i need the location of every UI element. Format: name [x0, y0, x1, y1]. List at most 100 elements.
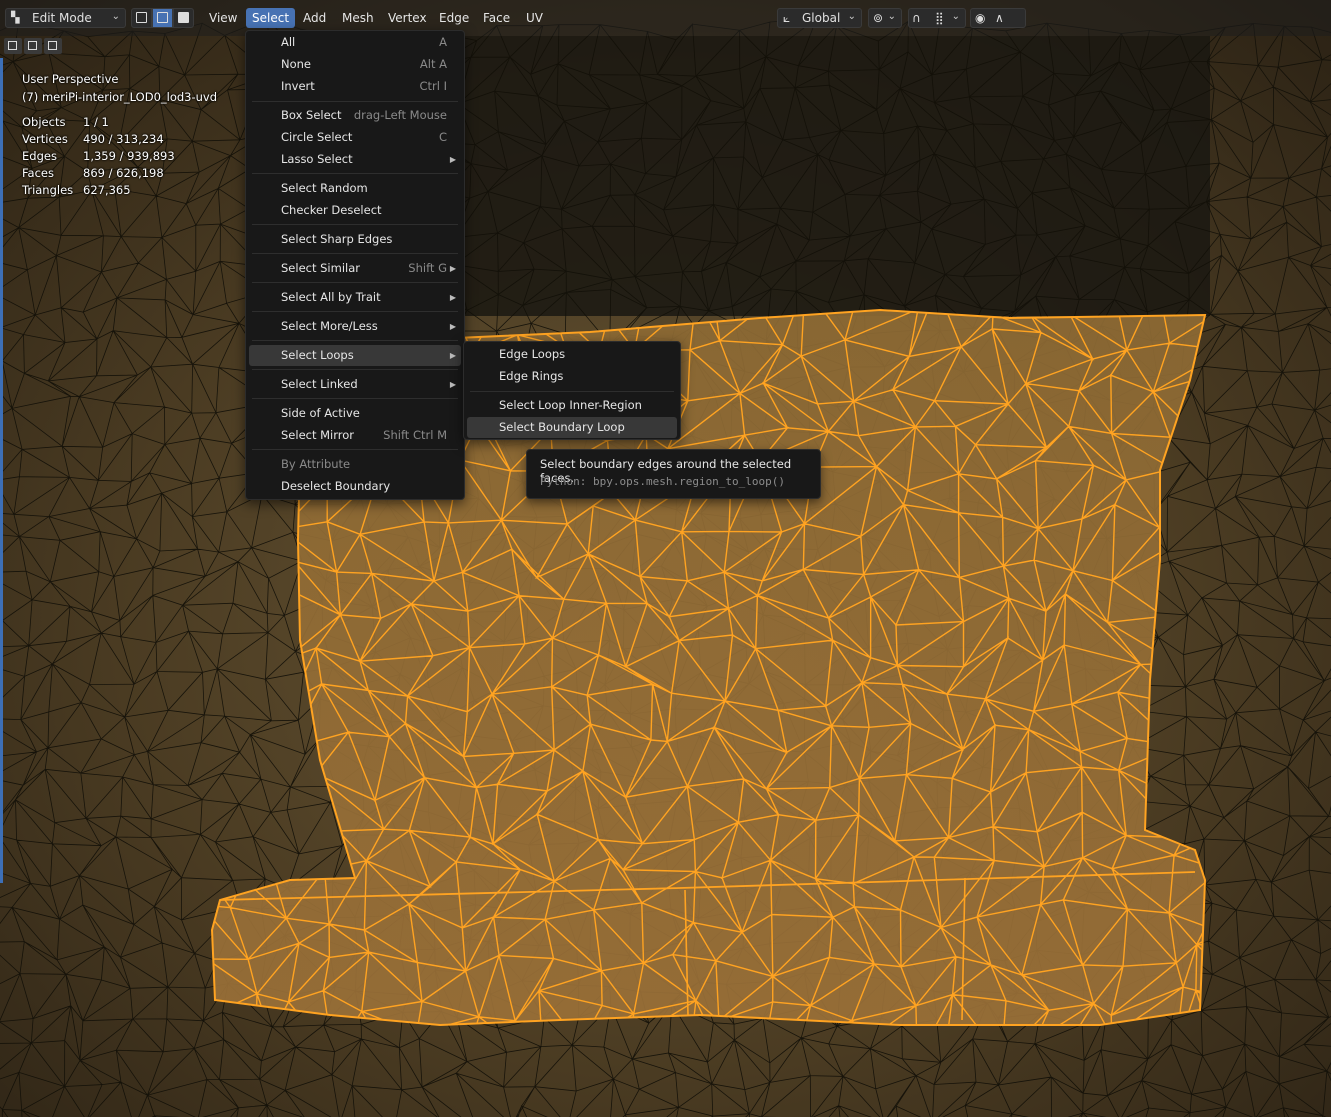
stat-row: Triangles 627,365	[22, 182, 222, 199]
menu-item-deselect-boundary[interactable]: Deselect Boundary	[249, 476, 461, 497]
proportional-editing-icon: ◉	[975, 11, 986, 25]
snapping-group[interactable]: ∩ ⣿ ⌄	[908, 8, 966, 28]
submenu-arrow-icon: ▶	[449, 264, 456, 273]
submenu-item-select-loop-inner-region[interactable]: Select Loop Inner-Region	[467, 395, 677, 416]
menu-item-label: Select Loop Inner-Region	[499, 398, 642, 412]
select-new-icon	[8, 41, 17, 50]
chevron-down-icon: ⌄	[951, 11, 960, 22]
menu-item-label: All	[281, 35, 296, 49]
face-select-icon	[178, 12, 189, 23]
menu-separator	[252, 398, 458, 399]
viewport-header: ▚ Edit Mode ⌄ View Select Add Mesh Verte…	[0, 0, 1331, 36]
menu-item-checker-deselect[interactable]: Checker Deselect	[249, 200, 461, 221]
pivot-point-select[interactable]: ⊚ ⌄	[868, 8, 902, 28]
menu-item-label: Select Sharp Edges	[281, 232, 393, 246]
edit-mode-icon: ▚	[11, 11, 20, 24]
menu-item-all[interactable]: All A	[249, 32, 461, 53]
menu-item-label: Circle Select	[281, 130, 353, 144]
menu-edge[interactable]: Edge	[433, 8, 475, 28]
transform-orientation-select[interactable]: ⟀ Global ⌄	[777, 8, 862, 28]
select-subtract-button[interactable]	[44, 38, 62, 54]
menu-separator	[470, 391, 674, 392]
view-name: User Perspective	[22, 72, 119, 86]
submenu-item-edge-loops[interactable]: Edge Loops	[467, 344, 677, 365]
menu-item-by-attribute: By Attribute	[249, 454, 461, 475]
menu-item-label: Select Random	[281, 181, 368, 195]
menu-item-label: Select All by Trait	[281, 290, 381, 304]
vertex-select-icon	[136, 12, 147, 23]
menu-item-label: Side of Active	[281, 406, 360, 420]
stat-key: Vertices	[22, 132, 68, 146]
vertex-select-button[interactable]	[131, 8, 152, 28]
select-new-button[interactable]	[4, 38, 22, 54]
stat-value: 1 / 1	[83, 115, 109, 129]
menu-item-select-all-by-trait[interactable]: Select All by Trait ▶	[249, 287, 461, 308]
proportional-editing-group[interactable]: ◉ ∧	[970, 8, 1026, 28]
falloff-curve-icon: ∧	[995, 11, 1004, 25]
menu-uv[interactable]: UV	[520, 8, 549, 28]
mode-label: Edit Mode	[32, 11, 92, 25]
menu-separator	[252, 369, 458, 370]
submenu-arrow-icon: ▶	[449, 351, 456, 360]
select-extend-button[interactable]	[24, 38, 42, 54]
menu-item-label: Invert	[281, 79, 315, 93]
chevron-down-icon: ⌄	[887, 11, 896, 22]
menu-item-shortcut: C	[438, 130, 447, 144]
menu-item-select-random[interactable]: Select Random	[249, 178, 461, 199]
menu-item-shortcut: Ctrl I	[419, 79, 447, 93]
menu-item-lasso-select[interactable]: Lasso Select ▶	[249, 149, 461, 170]
menu-item-label: Select Loops	[281, 348, 354, 362]
menu-item-label: None	[281, 57, 312, 71]
menu-add[interactable]: Add	[297, 8, 332, 28]
edge-select-button[interactable]	[152, 8, 173, 28]
menu-item-box-select[interactable]: Box Select drag-Left Mouse	[249, 105, 461, 126]
menu-mesh[interactable]: Mesh	[336, 8, 380, 28]
mode-selector[interactable]: ▚ Edit Mode ⌄	[5, 8, 126, 28]
menu-item-shortcut: Shift Ctrl M	[383, 428, 447, 442]
menu-vertex[interactable]: Vertex	[382, 8, 433, 28]
tooltip-python: Python: bpy.ops.mesh.region_to_loop()	[540, 475, 786, 488]
stat-key: Faces	[22, 166, 54, 180]
stat-key: Triangles	[22, 183, 74, 197]
menu-select[interactable]: Select	[246, 8, 296, 28]
menu-item-select-mirror[interactable]: Select Mirror Shift Ctrl M	[249, 425, 461, 446]
menu-item-label: Deselect Boundary	[281, 479, 391, 493]
menu-item-invert[interactable]: Invert Ctrl I	[249, 76, 461, 97]
viewport-text-overlay: User Perspective (7) meriPi-interior_LOD…	[22, 70, 217, 106]
menu-item-label: Select Mirror	[281, 428, 355, 442]
active-object-name: (7) meriPi-interior_LOD0_lod3-uvd	[22, 90, 218, 104]
stat-row: Vertices 490 / 313,234	[22, 131, 222, 148]
menu-item-label: By Attribute	[281, 457, 351, 471]
menu-item-side-of-active[interactable]: Side of Active	[249, 403, 461, 424]
chevron-down-icon: ⌄	[847, 11, 856, 22]
menu-item-label: Lasso Select	[281, 152, 353, 166]
menu-item-none[interactable]: None Alt A	[249, 54, 461, 75]
stat-value: 627,365	[83, 183, 131, 197]
submenu-item-select-boundary-loop[interactable]: Select Boundary Loop	[467, 417, 677, 438]
stat-row: Edges 1,359 / 939,893	[22, 148, 222, 165]
menu-face[interactable]: Face	[477, 8, 516, 28]
menu-item-label: Edge Rings	[499, 369, 564, 383]
menu-item-select-similar[interactable]: Select Similar Shift G ▶	[249, 258, 461, 279]
menu-item-label: Box Select	[281, 108, 342, 122]
menu-separator	[252, 340, 458, 341]
face-select-button[interactable]	[173, 8, 194, 28]
menu-item-shortcut: drag-Left Mouse	[353, 108, 447, 122]
submenu-arrow-icon: ▶	[449, 293, 456, 302]
menu-item-select-more-less[interactable]: Select More/Less ▶	[249, 316, 461, 337]
select-mode-toolrow	[4, 38, 66, 54]
stat-row: Faces 869 / 626,198	[22, 165, 222, 182]
menu-item-select-sharp-edges[interactable]: Select Sharp Edges	[249, 229, 461, 250]
submenu-arrow-icon: ▶	[449, 380, 456, 389]
menu-item-select-loops[interactable]: Select Loops ▶	[249, 345, 461, 366]
menu-item-label: Edge Loops	[499, 347, 566, 361]
transform-orientation-label: Global	[802, 11, 841, 25]
menu-item-select-linked[interactable]: Select Linked ▶	[249, 374, 461, 395]
menu-item-label: Select Linked	[281, 377, 358, 391]
menu-item-label: Checker Deselect	[281, 203, 382, 217]
snap-magnet-icon: ∩	[912, 11, 921, 25]
menu-view[interactable]: View	[203, 8, 243, 28]
submenu-item-edge-rings[interactable]: Edge Rings	[467, 366, 677, 387]
menu-item-circle-select[interactable]: Circle Select C	[249, 127, 461, 148]
select-menu: All A None Alt A Invert Ctrl I Box Select dr…	[245, 30, 465, 500]
